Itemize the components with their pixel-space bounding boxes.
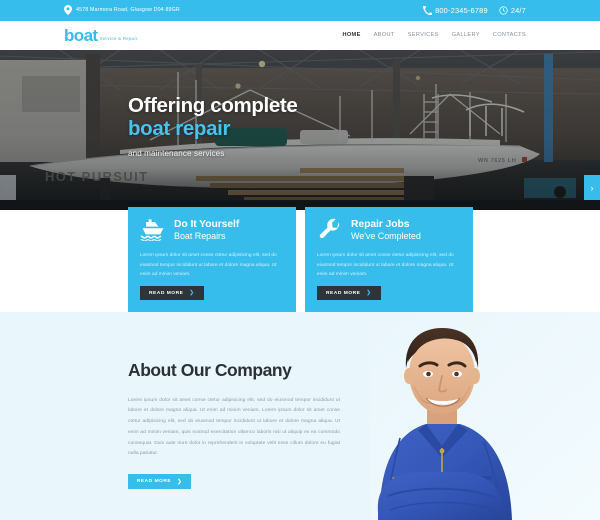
hero-headline-line2: boat repair bbox=[128, 117, 231, 141]
site-header: boat Service & Repair HOME ABOUT SERVICE… bbox=[0, 21, 600, 50]
clock-icon bbox=[499, 2, 508, 20]
address-text: 4578 Marmora Road, Glasgow D04 89GR bbox=[76, 6, 180, 13]
phone-group[interactable]: 800-2345-6789 bbox=[423, 2, 488, 20]
service-card-repair-read-more-button[interactable]: READ MORE ❯ bbox=[317, 286, 381, 300]
location-pin-icon bbox=[64, 2, 72, 20]
slider-next-button[interactable]: › bbox=[584, 175, 600, 200]
wrench-icon bbox=[317, 218, 343, 242]
page-root: 4578 Marmora Road, Glasgow D04 89GR 800-… bbox=[0, 0, 600, 520]
hero-slider: HOT PURSUIT WN 7625 LH Offering complete… bbox=[0, 50, 600, 210]
hours-text: 24/7 bbox=[510, 5, 526, 15]
nav-item-contacts[interactable]: CONTACTS bbox=[493, 32, 526, 39]
boat-icon bbox=[140, 218, 166, 242]
service-card-diy-read-more-label: READ MORE bbox=[149, 290, 184, 296]
nav-item-about[interactable]: ABOUT bbox=[374, 32, 395, 39]
nav-item-home[interactable]: HOME bbox=[342, 32, 360, 39]
contact-group: 800-2345-6789 24/7 bbox=[423, 2, 526, 20]
service-card-diy[interactable]: Do It Yourself Boat Repairs Lorem ipsum … bbox=[128, 207, 296, 312]
about-read-more-button[interactable]: READ MORE ❯ bbox=[128, 474, 191, 490]
main-navigation: HOME ABOUT SERVICES GALLERY CONTACTS bbox=[342, 32, 526, 39]
slider-prev-button[interactable]: ‹ bbox=[0, 175, 16, 200]
logo-main-text: boat bbox=[64, 26, 98, 45]
mechanic-portrait-photo bbox=[370, 312, 600, 520]
service-card-repair-subtitle: We've Completed bbox=[351, 230, 421, 241]
hours-group: 24/7 bbox=[499, 2, 526, 20]
phone-number: 800-2345-6789 bbox=[435, 5, 488, 15]
service-card-diy-read-more-button[interactable]: READ MORE ❯ bbox=[140, 286, 204, 300]
service-card-repair-body: Lorem ipsum dolor sit amet conse ctetur … bbox=[317, 253, 454, 278]
about-section: About Our Company Lorem ipsum dolor sit … bbox=[0, 312, 600, 520]
hero-caption: Offering complete boat repair and mainte… bbox=[128, 94, 458, 158]
service-cards: Do It Yourself Boat Repairs Lorem ipsum … bbox=[128, 207, 473, 312]
service-card-repair-titles: Repair Jobs We've Completed bbox=[351, 219, 421, 241]
site-header-inner: boat Service & Repair HOME ABOUT SERVICE… bbox=[60, 27, 540, 44]
about-title: About Our Company bbox=[128, 360, 292, 380]
logo-tagline: Service & Repair bbox=[99, 36, 138, 41]
site-logo[interactable]: boat Service & Repair bbox=[64, 27, 138, 44]
service-card-diy-body: Lorem ipsum dolor sit amet conse ctetur … bbox=[140, 253, 277, 278]
service-card-repair-read-more-label: READ MORE bbox=[326, 290, 361, 296]
service-card-diy-header: Do It Yourself Boat Repairs bbox=[140, 218, 284, 242]
about-content: About Our Company Lorem ipsum dolor sit … bbox=[128, 360, 340, 490]
about-body-text: Lorem ipsum dolor sit amet conse ctetur … bbox=[128, 397, 340, 457]
service-card-repair-title: Repair Jobs bbox=[351, 219, 410, 231]
hero-subheadline: and maintenance services bbox=[128, 149, 225, 159]
service-card-repair-header: Repair Jobs We've Completed bbox=[317, 218, 461, 242]
top-info-bar-inner: 4578 Marmora Road, Glasgow D04 89GR 800-… bbox=[60, 0, 540, 21]
phone-icon bbox=[423, 2, 433, 20]
nav-item-services[interactable]: SERVICES bbox=[408, 32, 439, 39]
top-info-bar: 4578 Marmora Road, Glasgow D04 89GR 800-… bbox=[0, 0, 600, 21]
chevron-right-icon: ❯ bbox=[189, 290, 195, 296]
service-card-diy-subtitle: Boat Repairs bbox=[174, 230, 226, 241]
nav-item-gallery[interactable]: GALLERY bbox=[452, 32, 480, 39]
service-card-repair[interactable]: Repair Jobs We've Completed Lorem ipsum … bbox=[305, 207, 473, 312]
chevron-right-icon: ❯ bbox=[366, 290, 372, 296]
service-card-diy-titles: Do It Yourself Boat Repairs bbox=[174, 219, 239, 241]
hero-headline-line1: Offering complete bbox=[128, 94, 298, 117]
address-group: 4578 Marmora Road, Glasgow D04 89GR bbox=[64, 2, 180, 20]
about-read-more-label: READ MORE bbox=[136, 479, 172, 485]
chevron-right-icon: ❯ bbox=[177, 478, 183, 485]
service-card-diy-title: Do It Yourself bbox=[174, 219, 240, 231]
